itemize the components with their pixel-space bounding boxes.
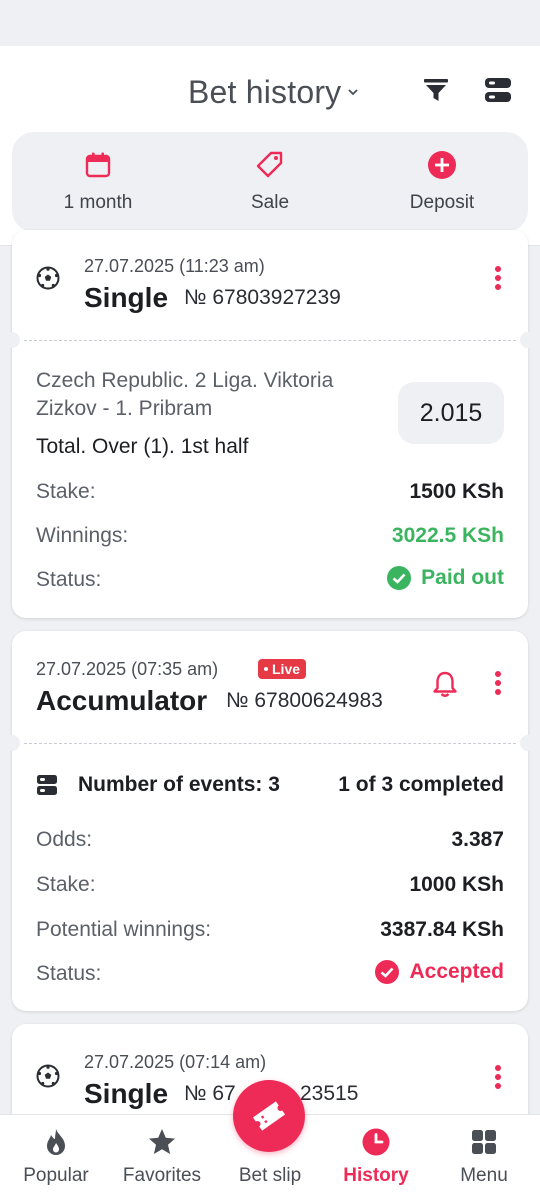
tag-icon [256,151,283,178]
odds-value: 2.015 [398,382,504,444]
deposit-label: Deposit [409,192,475,213]
nav-popular[interactable]: Popular [2,1115,110,1200]
sale-button[interactable]: Sale [184,132,356,232]
status-label: Status: [36,962,102,985]
events-list-icon [37,775,57,795]
grid-icon [472,1130,496,1154]
quick-actions: 1 month Sale Deposit [12,132,528,232]
market-name: Total. Over (1). 1st half [36,435,249,458]
nav-label: History [343,1165,409,1186]
bet-number-end: 23515 [300,1082,359,1105]
winnings-label: Winnings: [36,524,129,547]
bet-slip-button[interactable] [233,1080,305,1152]
status-badge: Paid out [387,566,504,590]
nav-label: Favorites [122,1165,202,1186]
status-label: Status: [36,568,102,591]
stake-label: Stake: [36,480,96,503]
sale-label: Sale [250,192,290,213]
potential-winnings-value: 3387.84 KSh [380,918,504,941]
bet-number: № 67803927239 [184,286,341,309]
nav-history[interactable]: History [322,1115,430,1200]
page-title: Bet history [188,73,342,110]
bell-icon[interactable] [430,669,460,699]
bet-date: 27.07.2025 (07:35 am) [36,659,219,679]
filter-icon[interactable] [420,74,452,106]
bet-date: 27.07.2025 (07:14 am) [84,1052,267,1072]
status-value: Accepted [409,960,504,983]
nav-label: Menu [460,1165,508,1186]
winnings-value: 3022.5 KSh [391,524,504,547]
event-name: Czech Republic. 2 Liga. Viktoria Zizkov … [36,369,334,420]
nav-label: Popular [23,1165,89,1186]
view-toggle-icon[interactable] [482,74,514,106]
more-options-icon[interactable] [494,1064,502,1090]
events-count: Number of events: 3 [78,773,280,796]
nav-menu[interactable]: Menu [430,1115,538,1200]
bet-card[interactable]: 27.07.2025 (07:35 am) Live Accumulator №… [4,631,536,1011]
potential-winnings-label: Potential winnings: [36,918,212,941]
star-icon [149,1129,175,1154]
plus-circle-icon [428,151,456,179]
bet-type: Accumulator [36,685,208,716]
bet-number-start: № 67 [184,1082,236,1105]
ticket-icon [252,1101,286,1131]
title-dropdown[interactable]: Bet history [188,70,359,114]
status-badge: Accepted [375,960,504,984]
bet-card[interactable]: 27.07.2025 (11:23 am) Single № 678039272… [4,230,536,618]
stake-label: Stake: [36,873,96,896]
check-circle-icon [375,960,400,984]
check-circle-icon [387,566,412,590]
stake-value: 1500 KSh [409,480,504,503]
more-options-icon[interactable] [494,265,502,291]
bet-type: Single [84,1078,169,1109]
soccer-ball-icon [36,1064,60,1088]
odds-value: 3.387 [451,828,504,851]
chevron-down-icon [348,89,359,96]
status-value: Paid out [421,566,504,589]
deposit-button[interactable]: Deposit [356,132,528,232]
bet-date: 27.07.2025 (11:23 am) [84,256,265,276]
header: Bet history 1 month Sale Deposit [0,46,540,246]
calendar-icon [85,152,111,178]
nav-favorites[interactable]: Favorites [108,1115,216,1200]
bet-type: Single [84,282,169,313]
odds-label: Odds: [36,828,93,851]
nav-label: Bet slip [238,1165,302,1186]
period-label: 1 month [63,192,133,213]
clock-icon [362,1128,390,1156]
status-bar [0,0,540,46]
more-options-icon[interactable] [494,670,502,696]
soccer-ball-icon [36,266,60,290]
stake-value: 1000 KSh [409,873,504,896]
bet-number: № 67800624983 [226,689,383,712]
live-label: Live [272,661,301,677]
flame-icon [47,1129,65,1155]
period-button[interactable]: 1 month [12,132,184,232]
completed-count: 1 of 3 completed [338,773,504,796]
live-badge: Live [258,659,307,679]
